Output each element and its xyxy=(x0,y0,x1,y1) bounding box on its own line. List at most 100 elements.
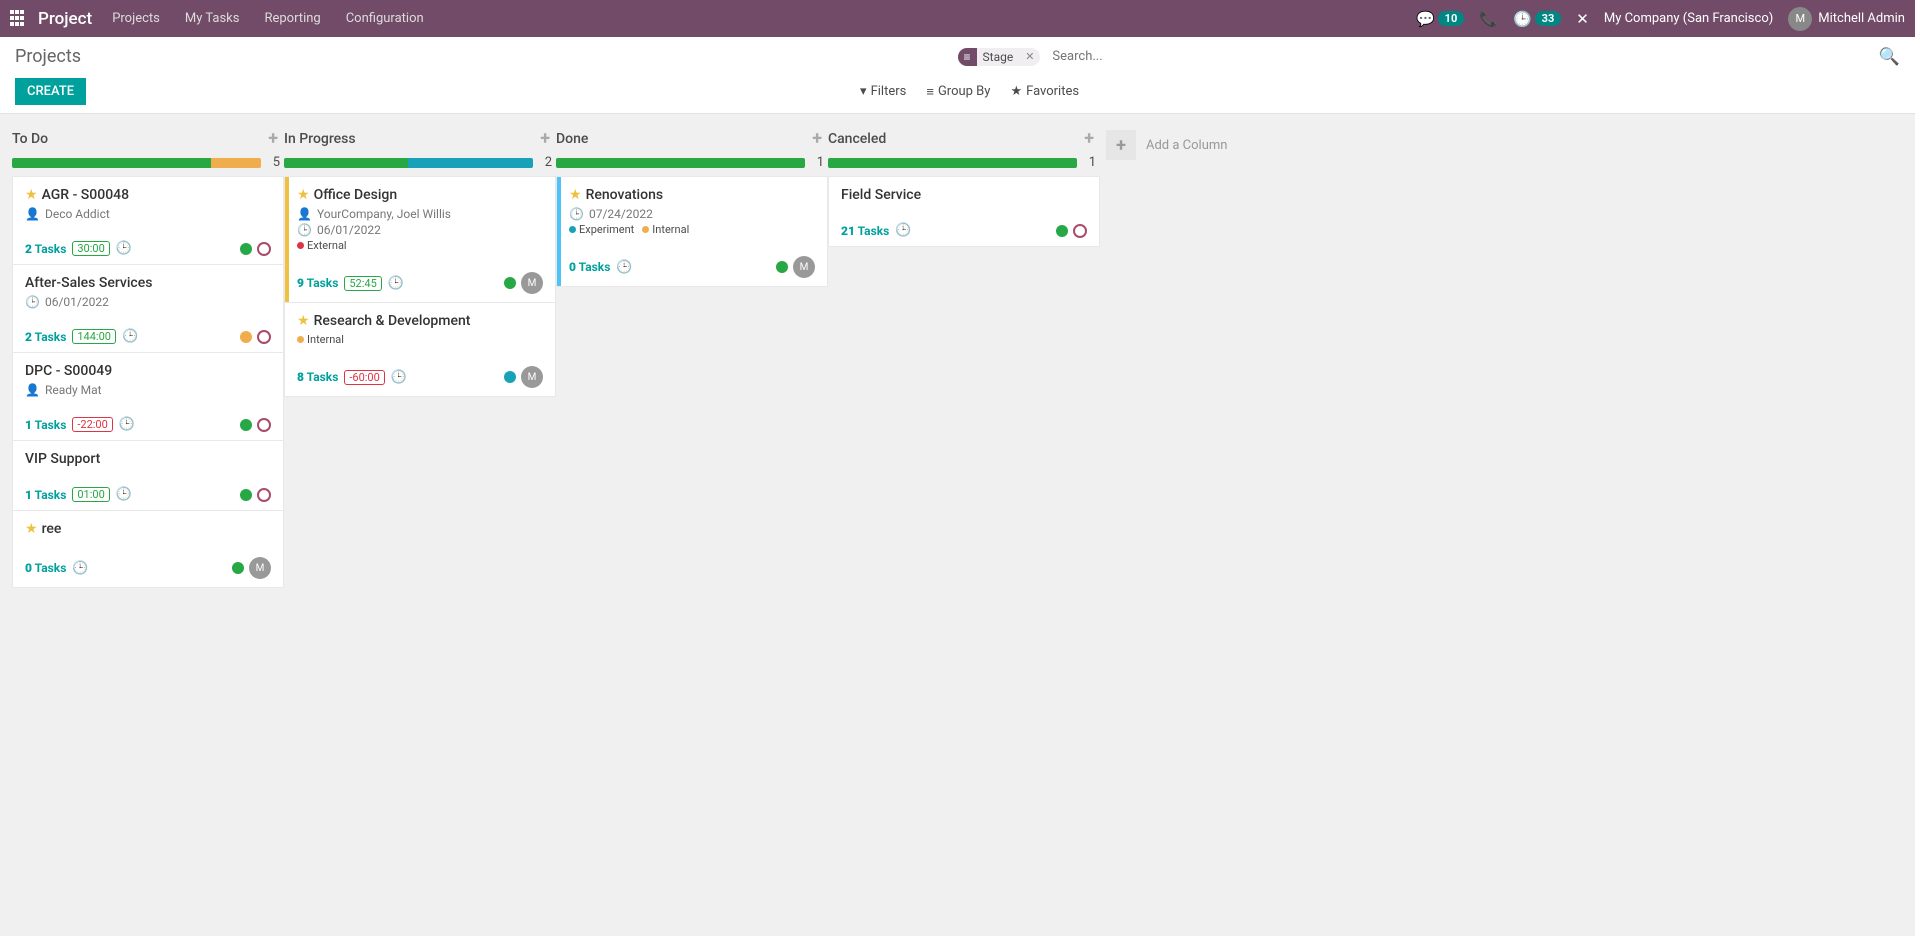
tasks-count[interactable]: 0 Tasks xyxy=(569,260,610,274)
add-column[interactable]: + Add a Column xyxy=(1100,124,1372,166)
clock-icon[interactable]: 🕒 xyxy=(391,370,407,385)
card-title: Field Service xyxy=(841,187,921,203)
tasks-count[interactable]: 0 Tasks xyxy=(25,561,66,575)
messages-button[interactable]: 💬10 xyxy=(1416,10,1464,28)
clock-icon[interactable]: 🕒 xyxy=(388,276,404,291)
search-icon[interactable]: 🔍 xyxy=(1879,47,1900,67)
status-dot[interactable] xyxy=(240,419,252,431)
kanban-card[interactable]: ★Renovations 🕒07/24/2022ExperimentIntern… xyxy=(556,176,828,287)
status-dot[interactable] xyxy=(776,261,788,273)
card-tag: External xyxy=(297,239,347,252)
search-input[interactable] xyxy=(1048,45,1870,68)
tasks-count[interactable]: 1 Tasks xyxy=(25,488,66,502)
add-column-label: Add a Column xyxy=(1146,138,1227,153)
bars-icon: ≡ xyxy=(958,48,977,66)
clock-icon[interactable]: 🕒 xyxy=(116,241,132,256)
tasks-count[interactable]: 1 Tasks xyxy=(25,418,66,432)
star-icon[interactable]: ★ xyxy=(25,521,38,537)
column-title[interactable]: Canceled xyxy=(828,131,1078,147)
plus-icon[interactable]: + xyxy=(1106,130,1136,160)
tasks-count[interactable]: 8 Tasks xyxy=(297,370,338,384)
tasks-count[interactable]: 2 Tasks xyxy=(25,242,66,256)
user-name: Mitchell Admin xyxy=(1818,11,1905,26)
star-icon: ★ xyxy=(1010,84,1022,99)
priority-ring[interactable] xyxy=(257,418,271,432)
kanban-column: Done+ 1 ★Renovations 🕒07/24/2022Experime… xyxy=(556,124,828,286)
status-dot[interactable] xyxy=(240,489,252,501)
card-date: 07/24/2022 xyxy=(589,207,653,221)
column-add-icon[interactable]: + xyxy=(1078,128,1100,149)
person-icon: 👤 xyxy=(25,383,40,397)
status-dot[interactable] xyxy=(504,371,516,383)
assignee-avatar[interactable]: M xyxy=(521,366,543,388)
page-title: Projects xyxy=(15,46,81,67)
menu-configuration[interactable]: Configuration xyxy=(346,11,424,26)
column-title[interactable]: In Progress xyxy=(284,131,534,147)
status-dot[interactable] xyxy=(1056,225,1068,237)
filters-button[interactable]: ▾Filters xyxy=(860,84,906,100)
column-add-icon[interactable]: + xyxy=(806,128,828,149)
card-tag: Internal xyxy=(297,333,344,346)
card-tag: Experiment xyxy=(569,223,634,236)
kanban-card[interactable]: ★Office Design 👤YourCompany, Joel Willis… xyxy=(284,176,556,303)
clock-icon[interactable]: 🕒 xyxy=(72,561,88,576)
star-icon[interactable]: ★ xyxy=(297,187,310,203)
kanban-card[interactable]: ★Research & Development Internal 8 Tasks… xyxy=(284,302,556,397)
column-count: 2 xyxy=(541,155,556,170)
card-title: Research & Development xyxy=(314,313,471,329)
clock-icon[interactable]: 🕒 xyxy=(116,487,132,502)
kanban-card[interactable]: ★AGR - S00048 👤Deco Addict 2 Tasks30:00🕒 xyxy=(12,176,284,265)
tools-icon[interactable]: ✕ xyxy=(1576,10,1589,28)
activity-button[interactable]: 🕒33 xyxy=(1513,10,1561,28)
phone-icon[interactable]: 📞 xyxy=(1479,10,1498,28)
column-count: 1 xyxy=(813,155,828,170)
kanban-card[interactable]: VIP Support 1 Tasks01:00🕒 xyxy=(12,440,284,511)
clock-icon[interactable]: 🕒 xyxy=(122,329,138,344)
chip-remove-icon[interactable]: ✕ xyxy=(1019,48,1040,65)
create-button[interactable]: Create xyxy=(15,78,86,105)
assignee-avatar[interactable]: M xyxy=(521,272,543,294)
column-add-icon[interactable]: + xyxy=(262,128,284,149)
apps-icon[interactable] xyxy=(10,10,28,28)
card-date: 06/01/2022 xyxy=(45,295,109,309)
star-icon[interactable]: ★ xyxy=(297,313,310,329)
priority-ring[interactable] xyxy=(257,488,271,502)
kanban-card[interactable]: After-Sales Services 🕒 06/01/2022 2 Tasks… xyxy=(12,264,284,353)
groupby-button[interactable]: ≡Group By xyxy=(926,84,990,100)
time-badge: -22:00 xyxy=(72,417,112,432)
assignee-avatar[interactable]: M xyxy=(249,557,271,579)
clock-icon[interactable]: 🕒 xyxy=(895,223,911,238)
clock-icon[interactable]: 🕒 xyxy=(616,260,632,275)
clock-icon[interactable]: 🕒 xyxy=(119,417,135,432)
status-dot[interactable] xyxy=(232,562,244,574)
search-chip-stage[interactable]: ≡ Stage ✕ xyxy=(958,48,1041,66)
kanban-card[interactable]: DPC - S00049 👤Ready Mat 1 Tasks-22:00🕒 xyxy=(12,352,284,441)
card-title: After-Sales Services xyxy=(25,275,152,291)
brand-title[interactable]: Project xyxy=(38,9,92,29)
tasks-count[interactable]: 21 Tasks xyxy=(841,224,889,238)
menu-my-tasks[interactable]: My Tasks xyxy=(185,11,240,26)
star-icon[interactable]: ★ xyxy=(569,187,582,203)
card-title: Office Design xyxy=(314,187,398,203)
kanban-card[interactable]: ★ree 0 Tasks🕒M xyxy=(12,510,284,588)
status-dot[interactable] xyxy=(504,277,516,289)
company-selector[interactable]: My Company (San Francisco) xyxy=(1604,11,1773,26)
user-menu[interactable]: MMitchell Admin xyxy=(1788,7,1905,31)
kanban-column: In Progress+ 2 ★Office Design 👤YourCompa… xyxy=(284,124,556,396)
tasks-count[interactable]: 2 Tasks xyxy=(25,330,66,344)
menu-projects[interactable]: Projects xyxy=(112,11,160,26)
column-title[interactable]: Done xyxy=(556,131,806,147)
status-dot[interactable] xyxy=(240,243,252,255)
menu-reporting[interactable]: Reporting xyxy=(264,11,320,26)
priority-ring[interactable] xyxy=(257,242,271,256)
column-title[interactable]: To Do xyxy=(12,131,262,147)
tasks-count[interactable]: 9 Tasks xyxy=(297,276,338,290)
priority-ring[interactable] xyxy=(257,330,271,344)
priority-ring[interactable] xyxy=(1073,224,1087,238)
favorites-button[interactable]: ★Favorites xyxy=(1010,84,1079,100)
star-icon[interactable]: ★ xyxy=(25,187,38,203)
kanban-card[interactable]: Field Service 21 Tasks 🕒 xyxy=(828,176,1100,247)
column-add-icon[interactable]: + xyxy=(534,128,556,149)
assignee-avatar[interactable]: M xyxy=(793,256,815,278)
status-dot[interactable] xyxy=(240,331,252,343)
